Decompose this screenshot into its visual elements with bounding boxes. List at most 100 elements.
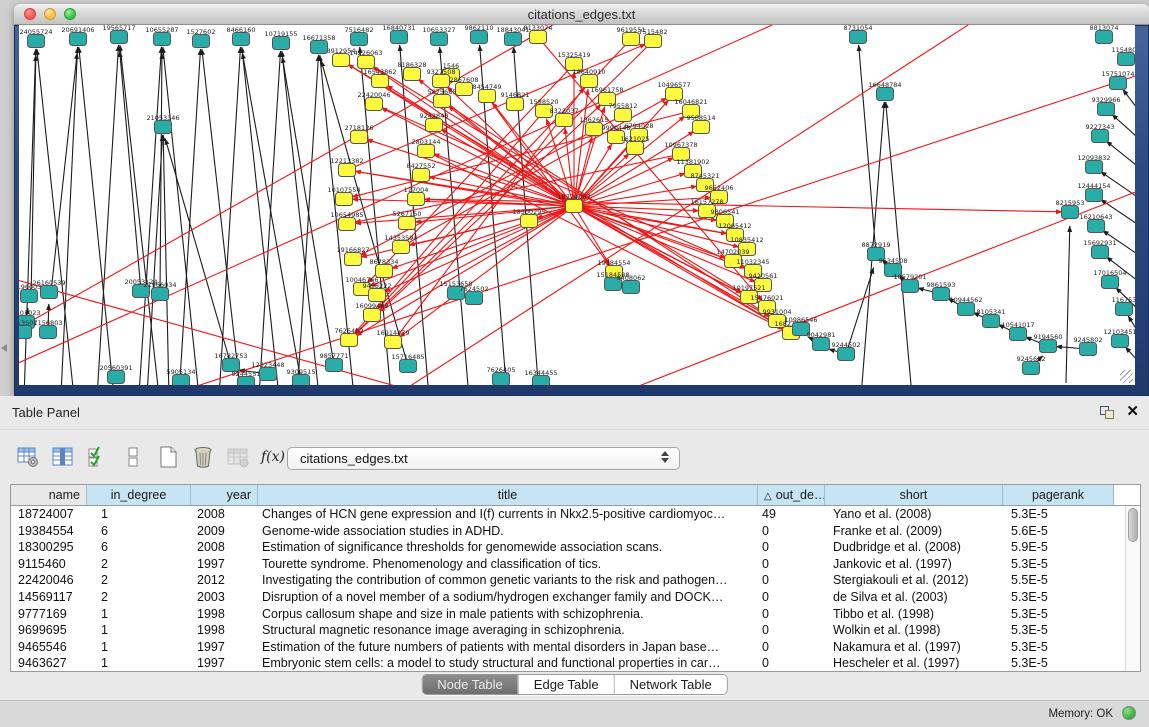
graph-node[interactable] <box>933 288 950 301</box>
graph-node[interactable] <box>433 75 450 88</box>
column-header-short[interactable]: short <box>825 485 1003 505</box>
delete-columns-button[interactable] <box>189 443 217 471</box>
graph-node[interactable] <box>838 348 855 361</box>
graph-node[interactable] <box>1086 161 1103 174</box>
graph-node[interactable] <box>493 373 510 386</box>
graph-node[interactable] <box>507 98 524 111</box>
table-row[interactable]: 1830029562008Estimation of significance … <box>11 539 1140 556</box>
graph-node[interactable] <box>372 75 389 88</box>
network-canvas[interactable]: 1872400718300295193845548912954142260631… <box>19 25 1135 385</box>
graph-node[interactable] <box>1062 206 1079 219</box>
graph-node[interactable] <box>351 131 368 144</box>
graph-node[interactable] <box>233 33 250 46</box>
table-row[interactable]: 1456911722003Disruption of a novel membe… <box>11 589 1140 606</box>
select-all-button[interactable] <box>84 443 112 471</box>
graph-edge[interactable] <box>1123 89 1135 120</box>
graph-edge[interactable] <box>1066 226 1070 383</box>
table-row[interactable]: 1872400712008Changes of HCN gene express… <box>11 506 1140 523</box>
table-row[interactable]: 946554611997Estimation of the future num… <box>11 639 1140 656</box>
column-header-in_degree[interactable]: in_degree <box>87 485 191 505</box>
graph-node[interactable] <box>28 35 45 48</box>
graph-node[interactable] <box>364 309 381 322</box>
graph-node[interactable] <box>385 336 402 349</box>
show-columns-button[interactable] <box>49 443 77 471</box>
graph-node[interactable] <box>479 90 496 103</box>
graph-node[interactable] <box>108 371 125 384</box>
graph-node[interactable] <box>408 193 425 206</box>
graph-node[interactable] <box>1116 303 1133 316</box>
graph-node[interactable] <box>369 289 386 302</box>
graph-node[interactable] <box>426 119 443 132</box>
column-header-name[interactable]: name <box>11 485 87 505</box>
graph-node[interactable] <box>345 253 362 266</box>
column-header-pagerank[interactable]: pagerank <box>1003 485 1114 505</box>
graph-node[interactable] <box>311 41 328 54</box>
graph-node[interactable] <box>413 169 430 182</box>
graph-edge[interactable] <box>61 47 78 385</box>
graph-edge[interactable] <box>1125 347 1135 370</box>
graph-node[interactable] <box>877 88 894 101</box>
graph-edge[interactable] <box>120 51 141 291</box>
graph-node[interactable] <box>393 241 410 254</box>
graph-node[interactable] <box>1040 340 1057 353</box>
graph-node[interactable] <box>566 200 583 213</box>
graph-edge[interactable] <box>120 45 159 385</box>
graph-node[interactable] <box>155 121 172 134</box>
graph-node[interactable] <box>1110 77 1127 90</box>
graph-node[interactable] <box>505 33 522 46</box>
graph-edge[interactable] <box>51 53 77 292</box>
graph-node[interactable] <box>902 280 919 293</box>
graph-node[interactable] <box>339 218 356 231</box>
graph-node[interactable] <box>466 292 483 305</box>
graph-edge[interactable] <box>242 47 279 385</box>
graph-node[interactable] <box>173 375 190 386</box>
graph-node[interactable] <box>556 114 573 127</box>
graph-node[interactable] <box>693 121 710 134</box>
column-header-out_de[interactable]: △out_de… <box>758 485 825 505</box>
graph-node[interactable] <box>70 33 87 46</box>
graph-edge[interactable] <box>202 49 241 385</box>
graph-node[interactable] <box>1092 130 1109 143</box>
graph-node[interactable] <box>351 33 368 46</box>
graph-node[interactable] <box>1118 53 1135 66</box>
graph-node[interactable] <box>341 334 358 347</box>
graph-node[interactable] <box>366 98 383 111</box>
graph-node[interactable] <box>40 326 57 339</box>
graph-node[interactable] <box>333 54 350 67</box>
graph-node[interactable] <box>339 164 356 177</box>
graph-node[interactable] <box>645 35 662 48</box>
graph-node[interactable] <box>615 109 632 122</box>
graph-node[interactable] <box>1080 343 1097 356</box>
graph-node[interactable] <box>586 123 603 136</box>
graph-node[interactable] <box>260 368 277 381</box>
graph-edge[interactable] <box>347 44 646 170</box>
function-builder-button[interactable]: f(x) <box>259 443 287 471</box>
table-row[interactable]: 911546021997Tourette syndrome. Phenomeno… <box>11 556 1140 573</box>
graph-node[interactable] <box>521 215 538 228</box>
graph-node[interactable] <box>958 303 975 316</box>
graph-node[interactable] <box>1088 220 1105 233</box>
graph-node[interactable] <box>193 35 210 48</box>
column-header-year[interactable]: year <box>191 485 258 505</box>
table-row[interactable]: 1938455462009Genome-wide association stu… <box>11 523 1140 540</box>
tab-node-table[interactable]: Node Table <box>422 675 518 694</box>
graph-edge[interactable] <box>441 129 574 206</box>
graph-node[interactable] <box>273 37 290 50</box>
float-panel-icon[interactable] <box>1100 404 1116 420</box>
graph-node[interactable] <box>1098 103 1115 116</box>
graph-node[interactable] <box>1086 189 1103 202</box>
table-row[interactable]: 2242004622012Investigating the contribut… <box>11 572 1140 589</box>
graph-node[interactable] <box>152 288 169 301</box>
graph-node[interactable] <box>391 31 408 44</box>
scrollbar-thumb[interactable] <box>1128 508 1138 542</box>
graph-edge[interactable] <box>19 25 572 345</box>
graph-node[interactable] <box>431 33 448 46</box>
graph-node[interactable] <box>293 375 310 386</box>
graph-node[interactable] <box>627 142 644 155</box>
table-row[interactable]: 977716911998Corpus callosum shape and si… <box>11 606 1140 623</box>
table-scrollbar[interactable] <box>1125 506 1140 671</box>
tab-network-table[interactable]: Network Table <box>614 675 727 694</box>
graph-node[interactable] <box>983 315 1000 328</box>
graph-edge[interactable] <box>1112 114 1135 145</box>
graph-node[interactable] <box>111 31 128 44</box>
